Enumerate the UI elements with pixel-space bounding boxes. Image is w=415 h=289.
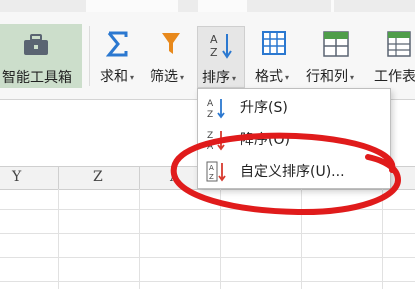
- format-icon: [261, 30, 287, 60]
- worksheet-icon: [386, 30, 412, 62]
- top-strip-segment: [247, 0, 331, 12]
- smart-toolbox-button[interactable]: 智能工具箱: [0, 24, 82, 88]
- ribbon-separator: [89, 26, 90, 86]
- grid-row-line: [0, 281, 415, 282]
- svg-text:Z: Z: [207, 131, 213, 141]
- column-divider: [139, 167, 140, 189]
- grid-row-line: [0, 233, 415, 234]
- chevron-down-icon: ▾: [232, 73, 237, 83]
- grid-column-line: [220, 189, 221, 289]
- ribbon-top-strip: [0, 0, 415, 12]
- custom-sort-icon: A Z: [206, 161, 228, 187]
- toolbox-icon: [23, 34, 49, 60]
- grid-row-line: [0, 257, 415, 258]
- chevron-down-icon: ▾: [285, 72, 290, 82]
- top-strip-segment: [0, 0, 86, 12]
- sort-dropdown-menu: A Z 升序(S) Z A 降序(O) A Z 自定义排序(U)...: [197, 88, 391, 189]
- format-button[interactable]: 格式 ▾: [251, 26, 299, 88]
- spreadsheet-grid[interactable]: [0, 189, 415, 289]
- sort-button[interactable]: A Z 排序 ▾: [197, 26, 245, 88]
- rows-columns-icon: [322, 30, 350, 62]
- svg-text:A: A: [207, 99, 214, 109]
- top-strip-segment: [334, 0, 415, 12]
- top-strip-segment: [178, 0, 198, 12]
- smart-toolbox-label: 智能工具箱: [2, 70, 72, 86]
- rows-columns-label: 行和列 ▾: [306, 69, 355, 85]
- filter-icon: [160, 30, 182, 62]
- column-header-a[interactable]: A: [170, 169, 180, 185]
- chevron-down-icon: ▾: [350, 72, 355, 82]
- worksheet-label: 工作表: [374, 69, 415, 85]
- svg-text:Z: Z: [209, 173, 214, 181]
- rows-columns-button[interactable]: 行和列 ▾: [304, 26, 366, 88]
- grid-column-line: [58, 189, 59, 289]
- svg-text:A: A: [210, 33, 218, 46]
- chevron-down-icon: ▾: [180, 72, 185, 82]
- menu-item-sort-ascending[interactable]: A Z 升序(S): [198, 93, 388, 121]
- sort-ascending-icon: A Z: [206, 97, 228, 123]
- sum-icon: [105, 30, 130, 62]
- ribbon-toolbar: 智能工具箱 求和 ▾ 筛选 ▾ A Z 排序 ▾ 格式 ▾ 行和列 ▾ 工作表: [0, 0, 415, 100]
- grid-column-line: [139, 189, 140, 289]
- grid-column-line: [382, 189, 383, 289]
- svg-text:A: A: [209, 164, 214, 172]
- menu-item-label: 降序(O): [240, 132, 290, 148]
- menu-item-label: 自定义排序(U)...: [240, 164, 345, 180]
- menu-item-label: 升序(S): [240, 100, 288, 116]
- sort-icon: A Z: [208, 31, 234, 65]
- sum-button[interactable]: 求和 ▾: [98, 26, 142, 88]
- sort-label: 排序 ▾: [202, 70, 237, 86]
- column-header-y[interactable]: Y: [12, 169, 21, 185]
- svg-text:Z: Z: [210, 46, 218, 59]
- svg-text:Z: Z: [207, 110, 213, 119]
- column-divider: [58, 167, 59, 189]
- format-label: 格式 ▾: [255, 69, 290, 85]
- svg-text:A: A: [207, 142, 214, 151]
- grid-row-line: [0, 209, 415, 210]
- menu-item-sort-descending[interactable]: Z A 降序(O): [198, 125, 388, 153]
- grid-column-line: [301, 189, 302, 289]
- sort-descending-icon: Z A: [206, 129, 228, 155]
- sum-label: 求和 ▾: [100, 69, 135, 85]
- filter-button[interactable]: 筛选 ▾: [146, 26, 194, 88]
- menu-item-custom-sort[interactable]: A Z 自定义排序(U)...: [198, 157, 388, 185]
- column-header-z[interactable]: Z: [93, 169, 103, 185]
- filter-label: 筛选 ▾: [150, 69, 185, 85]
- worksheet-button[interactable]: 工作表: [372, 26, 415, 88]
- chevron-down-icon: ▾: [130, 72, 135, 82]
